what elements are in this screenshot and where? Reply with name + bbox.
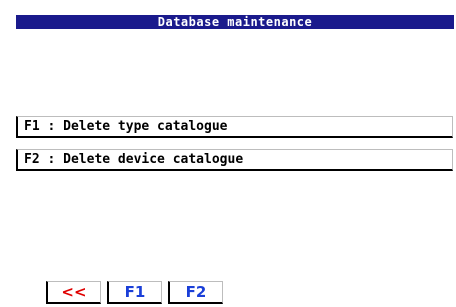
function-key-bar: << F1 F2 [46, 281, 223, 304]
f2-button[interactable]: F2 [168, 281, 223, 304]
back-button[interactable]: << [46, 281, 101, 304]
f1-button[interactable]: F1 [107, 281, 162, 304]
menu-item-delete-type-catalogue[interactable]: F1 : Delete type catalogue [16, 116, 453, 138]
window-title: Database maintenance [16, 15, 454, 29]
menu-item-delete-device-catalogue[interactable]: F2 : Delete device catalogue [16, 149, 453, 171]
